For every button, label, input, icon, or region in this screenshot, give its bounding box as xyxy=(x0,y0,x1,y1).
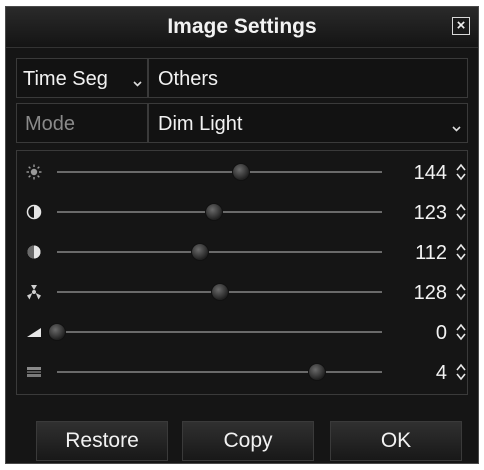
hue-slider-track[interactable] xyxy=(57,283,382,301)
saturation-slider-track[interactable] xyxy=(57,243,382,261)
denoise-icon xyxy=(25,363,43,381)
brightness-value: 144 xyxy=(413,162,447,184)
image-adjustment-panel: 144 123 112 128 0 4 xyxy=(16,150,468,395)
time-seg-dropdown[interactable]: Time Seg xyxy=(16,58,148,98)
chevron-down-icon xyxy=(452,119,461,137)
denoise-slider-thumb[interactable] xyxy=(308,363,326,381)
copy-button[interactable]: Copy xyxy=(182,421,314,461)
saturation-row: 112 xyxy=(17,237,467,267)
sharpness-row: 0 xyxy=(17,317,467,347)
hue-row: 128 xyxy=(17,277,467,307)
hue-value: 128 xyxy=(413,282,447,304)
brightness-slider-thumb[interactable] xyxy=(231,163,250,181)
mode-dropdown[interactable]: Dim Light xyxy=(148,103,468,143)
restore-button[interactable]: Restore xyxy=(36,421,168,461)
saturation-icon xyxy=(25,243,43,261)
hue-spinner[interactable] xyxy=(455,282,467,302)
brightness-icon xyxy=(25,163,43,181)
chevron-down-icon xyxy=(133,74,142,92)
denoise-value: 4 xyxy=(435,362,447,384)
contrast-row: 123 xyxy=(17,197,467,227)
brightness-spinner[interactable] xyxy=(455,162,467,182)
ok-button[interactable]: OK xyxy=(330,421,462,461)
denoise-row: 4 xyxy=(17,357,467,387)
denoise-slider-track[interactable] xyxy=(57,363,382,381)
time-seg-value-field: Others xyxy=(148,58,468,98)
saturation-slider-thumb[interactable] xyxy=(190,243,209,261)
contrast-slider-track[interactable] xyxy=(57,203,382,221)
time-seg-value: Others xyxy=(158,68,219,90)
saturation-spinner[interactable] xyxy=(455,242,467,262)
sharpness-icon xyxy=(25,323,43,341)
mode-label-cell: Mode xyxy=(16,103,148,143)
close-button[interactable]: × xyxy=(452,17,470,35)
time-seg-label: Time Seg xyxy=(23,68,108,90)
contrast-spinner[interactable] xyxy=(455,202,467,222)
saturation-value: 112 xyxy=(415,242,447,264)
title-bar: Image Settings × xyxy=(6,7,478,48)
image-settings-dialog: Image Settings × Time Seg Others Mode Di… xyxy=(5,6,479,464)
sharpness-value: 0 xyxy=(435,322,447,344)
mode-value: Dim Light xyxy=(158,113,243,135)
sharpness-slider-track[interactable] xyxy=(48,323,382,341)
close-icon: × xyxy=(456,17,466,34)
contrast-icon xyxy=(25,203,43,221)
time-seg-row: Time Seg Others xyxy=(16,58,468,98)
sharpness-spinner[interactable] xyxy=(455,322,467,342)
sharpness-slider-thumb[interactable] xyxy=(48,323,66,341)
dialog-title: Image Settings xyxy=(167,15,317,38)
mode-label: Mode xyxy=(25,113,76,135)
brightness-row: 144 xyxy=(17,157,467,187)
denoise-spinner[interactable] xyxy=(455,362,467,382)
brightness-slider-track[interactable] xyxy=(57,163,382,181)
mode-row: Mode Dim Light xyxy=(16,103,468,143)
contrast-slider-thumb[interactable] xyxy=(204,203,223,221)
hue-slider-thumb[interactable] xyxy=(211,283,230,301)
contrast-value: 123 xyxy=(413,202,447,224)
hue-icon xyxy=(25,283,43,301)
